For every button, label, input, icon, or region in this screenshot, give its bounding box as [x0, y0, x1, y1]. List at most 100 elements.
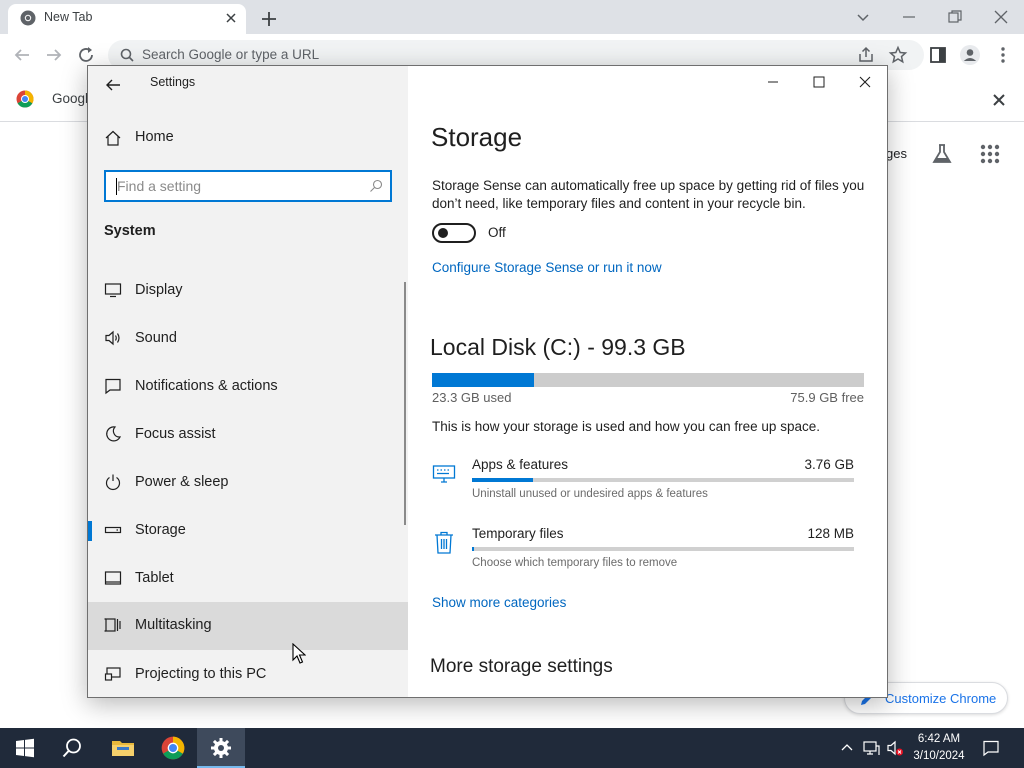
storage-icon [104, 526, 122, 534]
show-more-categories-link[interactable]: Show more categories [432, 595, 566, 610]
chrome-favicon-icon [20, 10, 36, 26]
side-panel-icon[interactable] [927, 44, 949, 66]
search-icon [62, 738, 81, 758]
apps-icon [432, 465, 456, 483]
close-bar-icon[interactable] [990, 91, 1008, 109]
back-arrow-icon[interactable] [11, 44, 33, 66]
category-size: 128 MB [807, 526, 854, 541]
ntp-images-link[interactable]: ges [886, 146, 907, 161]
folder-icon [112, 741, 134, 756]
toggle-knob [438, 228, 448, 238]
maximize-icon[interactable] [804, 72, 834, 92]
share-icon[interactable] [855, 44, 877, 66]
storage-sense-description: Storage Sense can automatically free up … [432, 178, 865, 211]
category-temporary-files[interactable]: Temporary files 128 MB Choose which temp… [408, 526, 887, 586]
profile-avatar-icon[interactable] [959, 44, 981, 66]
find-setting-input[interactable]: Find a setting [104, 170, 392, 202]
projecting-icon [104, 667, 121, 681]
notifications-icon [105, 378, 121, 395]
minimize-icon[interactable] [758, 72, 788, 92]
toggle-state-label: Off [488, 225, 506, 240]
nav-item-label: Display [135, 282, 183, 298]
category-size: 3.76 GB [804, 457, 854, 472]
multitasking-icon [104, 618, 121, 632]
configure-storage-sense-link[interactable]: Configure Storage Sense or run it now [432, 260, 662, 275]
nav-item-multitasking[interactable]: Multitasking [88, 602, 408, 650]
nav-item-notifications[interactable]: Notifications & actions [88, 363, 408, 411]
trash-icon [435, 531, 453, 554]
search-button[interactable] [48, 728, 96, 768]
nav-scrollbar[interactable] [404, 282, 406, 525]
close-tab-icon[interactable] [224, 11, 238, 25]
category-usage-fill [472, 478, 534, 482]
category-name: Apps & features [472, 457, 569, 472]
chrome-taskbar-button[interactable] [148, 728, 196, 768]
sound-icon [105, 330, 120, 346]
mouse-cursor-icon [292, 643, 306, 664]
disk-usage-fill [432, 373, 534, 387]
nav-item-label: Projecting to this PC [135, 666, 267, 682]
minimize-icon[interactable] [898, 6, 920, 28]
nav-item-sound[interactable]: Sound [88, 315, 408, 363]
network-icon[interactable] [862, 739, 880, 757]
category-usage-fill [472, 547, 475, 551]
nav-item-tablet[interactable]: Tablet [88, 555, 408, 603]
tablet-icon [104, 571, 122, 585]
chrome-tab-strip: New Tab [0, 0, 1024, 34]
category-usage-bar [472, 478, 854, 482]
settings-taskbar-button[interactable] [197, 728, 245, 768]
nav-item-projecting[interactable]: Projecting to this PC [88, 651, 408, 697]
nav-item-label: Focus assist [135, 426, 216, 442]
nav-item-label: Sound [135, 330, 177, 346]
back-arrow-icon[interactable] [102, 74, 124, 96]
reload-icon[interactable] [75, 44, 97, 66]
nav-item-display[interactable]: Display [88, 267, 408, 315]
page-title: Storage [431, 122, 523, 152]
forward-arrow-icon[interactable] [43, 44, 65, 66]
nav-item-power-sleep[interactable]: Power & sleep [88, 459, 408, 507]
nav-item-focus-assist[interactable]: Focus assist [88, 411, 408, 459]
find-setting-placeholder: Find a setting [117, 178, 202, 194]
disk-title: Local Disk (C:) - 99.3 GB [430, 334, 686, 360]
disk-usage-bar [432, 373, 864, 387]
omnibox-placeholder: Search Google or type a URL [142, 47, 320, 62]
close-window-icon[interactable] [990, 6, 1012, 28]
usage-explanation: This is how your storage is used and how… [432, 419, 820, 434]
start-button[interactable] [0, 728, 48, 768]
action-center-icon[interactable] [982, 739, 1000, 757]
windows-logo-icon [16, 738, 34, 758]
chrome-logo-icon [16, 90, 34, 108]
labs-flask-icon[interactable] [930, 142, 954, 166]
search-icon [120, 48, 134, 62]
windows-taskbar: 6:42 AM 3/10/2024 [0, 728, 1024, 768]
google-apps-icon[interactable] [978, 142, 1002, 166]
new-tab-icon[interactable] [258, 8, 280, 30]
tab-search-chevron-icon[interactable] [852, 6, 874, 28]
bookmark-star-icon[interactable] [887, 44, 909, 66]
free-label: 75.9 GB free [790, 390, 864, 405]
nav-item-label: Storage [135, 522, 186, 538]
file-explorer-button[interactable] [98, 728, 146, 768]
system-clock[interactable]: 6:42 AM 3/10/2024 [904, 731, 974, 765]
gear-icon [211, 738, 231, 758]
used-label: 23.3 GB used [432, 390, 512, 405]
nav-item-label: Power & sleep [135, 474, 229, 490]
clock-date: 3/10/2024 [913, 750, 965, 762]
tab-new-tab[interactable]: New Tab [8, 4, 246, 34]
nav-item-label: Notifications & actions [135, 378, 278, 394]
nav-item-storage[interactable]: Storage [88, 507, 408, 555]
volume-muted-icon[interactable] [886, 739, 904, 757]
chevron-up-icon[interactable] [838, 739, 856, 757]
settings-content-pane: Storage Storage Sense can automatically … [408, 66, 887, 697]
storage-sense-toggle[interactable] [432, 223, 476, 243]
settings-window: Settings Home Find a setting System Disp… [87, 65, 888, 698]
restore-icon[interactable] [944, 6, 966, 28]
bookmark-text[interactable]: Googl [52, 91, 88, 106]
close-icon[interactable] [850, 72, 880, 92]
category-description: Uninstall unused or undesired apps & fea… [472, 488, 708, 500]
category-apps-features[interactable]: Apps & features 3.76 GB Uninstall unused… [408, 457, 887, 517]
moon-icon [106, 426, 122, 442]
nav-item-home[interactable]: Home [88, 122, 408, 154]
more-menu-icon[interactable] [992, 44, 1014, 66]
display-icon [104, 283, 122, 298]
